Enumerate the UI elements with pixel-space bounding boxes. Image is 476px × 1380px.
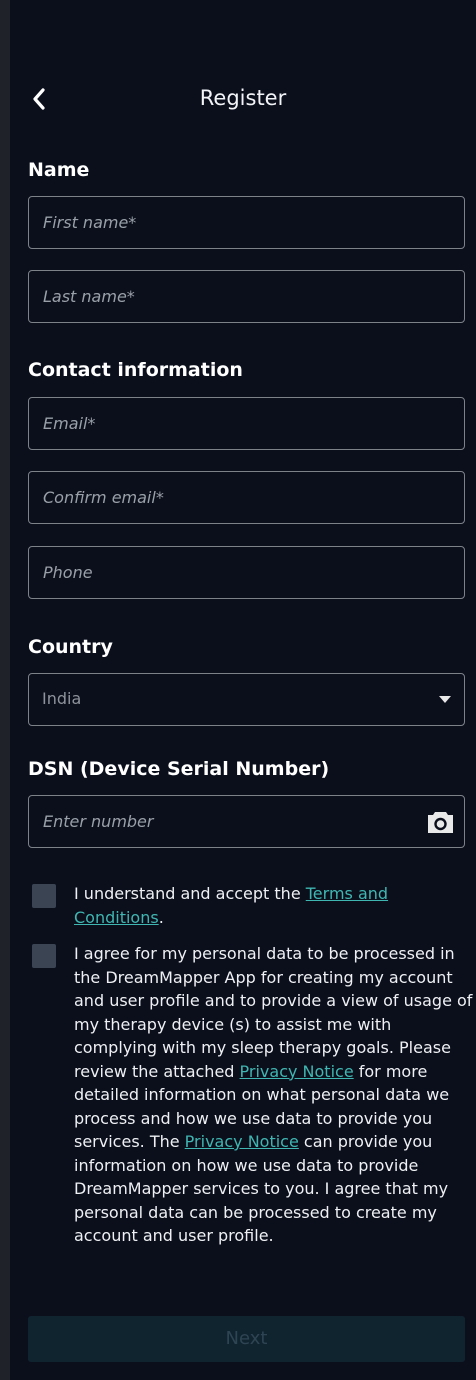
terms-text-prefix: I understand and accept the [74, 884, 306, 903]
header: Register [10, 80, 476, 120]
name-heading: Name [28, 159, 90, 181]
country-select[interactable]: India [28, 673, 465, 726]
page-title: Register [199, 86, 287, 110]
privacy-checkbox[interactable] [32, 944, 56, 968]
last-name-input[interactable] [29, 271, 464, 322]
first-name-input[interactable] [29, 197, 464, 248]
first-name-field[interactable] [28, 196, 465, 249]
dsn-field[interactable] [28, 795, 465, 848]
dsn-input[interactable] [29, 796, 464, 847]
phone-input[interactable] [29, 547, 464, 598]
caret-down-icon [439, 696, 451, 703]
camera-button[interactable] [427, 810, 454, 834]
dsn-heading: DSN (Device Serial Number) [28, 758, 330, 780]
terms-text-suffix: . [158, 907, 164, 927]
terms-text: I understand and accept the Terms and Co… [74, 882, 474, 929]
privacy-notice-link-2[interactable]: Privacy Notice [185, 1132, 299, 1151]
privacy-text-1: I agree for my personal data to be proce… [74, 944, 473, 1081]
email-input[interactable] [29, 398, 464, 449]
country-selected-value: India [42, 689, 82, 708]
privacy-consent-text: I agree for my personal data to be proce… [74, 942, 474, 1248]
register-screen: Register Name Contact information Countr… [10, 10, 476, 1380]
last-name-field[interactable] [28, 270, 465, 323]
contact-heading: Contact information [28, 359, 243, 381]
next-button[interactable]: Next [28, 1316, 465, 1362]
phone-field[interactable] [28, 546, 465, 599]
camera-icon [428, 812, 453, 833]
email-field[interactable] [28, 397, 465, 450]
country-heading: Country [28, 636, 113, 658]
confirm-email-input[interactable] [29, 472, 464, 523]
screen-edge [0, 0, 10, 1380]
confirm-email-field[interactable] [28, 471, 465, 524]
terms-checkbox[interactable] [32, 884, 56, 908]
privacy-notice-link[interactable]: Privacy Notice [240, 1062, 354, 1081]
